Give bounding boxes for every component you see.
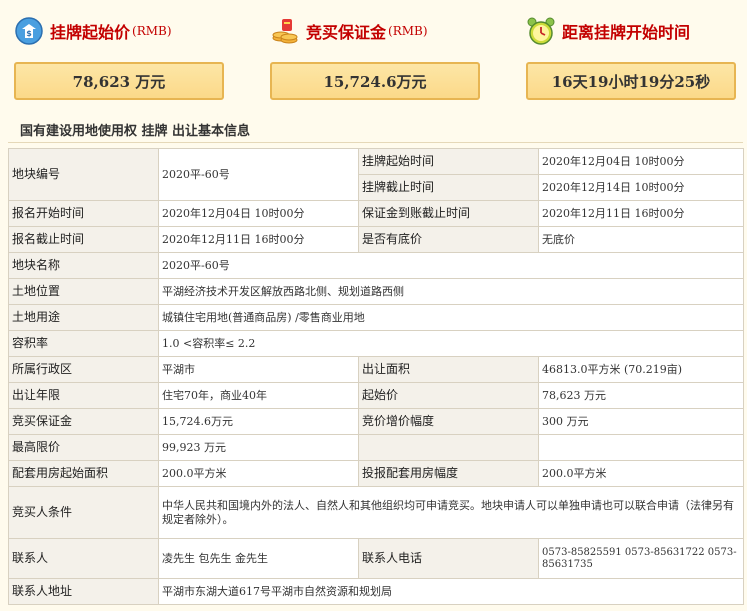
deposit-label: 竞买保证金 bbox=[306, 23, 387, 42]
section-divider bbox=[8, 142, 743, 143]
reserve-value: 无底价 bbox=[538, 226, 744, 253]
district-key: 所属行政区 bbox=[8, 356, 159, 383]
reg-start-value: 2020年12月04日 10时00分 bbox=[158, 200, 359, 227]
deposit-unit: (RMB) bbox=[388, 24, 428, 38]
table-row: 土地位置 平湖经济技术开发区解放西路北侧、规划道路西侧 bbox=[8, 278, 744, 305]
svg-text:$: $ bbox=[26, 29, 32, 38]
far-value: 1.0 <容积率≤ 2.2 bbox=[158, 330, 744, 357]
section-title: 国有建设用地使用权 挂牌 出让基本信息 bbox=[20, 124, 251, 139]
start-price-value: 78,623 万元 bbox=[14, 62, 224, 100]
start-price-key: 起始价 bbox=[358, 382, 539, 409]
location-key: 土地位置 bbox=[8, 278, 159, 305]
area-key: 出让面积 bbox=[358, 356, 539, 383]
land-info-table: 地块编号 2020平-60号 挂牌起始时间 2020年12月04日 10时00分… bbox=[8, 148, 744, 605]
listing-end-value: 2020年12月14日 10时00分 bbox=[538, 174, 744, 201]
table-row: 报名截止时间 2020年12月11日 16时00分 是否有底价 无底价 bbox=[8, 226, 744, 253]
start-price-cell: 78,623 万元 bbox=[538, 382, 744, 409]
table-row: 土地用途 城镇住宅用地(普通商品房) /零售商业用地 bbox=[8, 304, 744, 331]
table-row: 配套用房起始面积 200.0平方米 投报配套用房幅度 200.0平方米 bbox=[8, 460, 744, 487]
listing-start-value: 2020年12月04日 10时00分 bbox=[538, 148, 744, 175]
table-row: 出让年限 住宅70年，商业40年 起始价 78,623 万元 bbox=[8, 382, 744, 409]
table-row: 地块编号 2020平-60号 挂牌起始时间 2020年12月04日 10时00分 bbox=[8, 148, 744, 201]
empty-value bbox=[538, 434, 744, 461]
contact-key: 联系人 bbox=[8, 538, 159, 579]
table-row: 竞买保证金 15,724.6万元 竞价增价幅度 300 万元 bbox=[8, 408, 744, 435]
parcel-no-value: 2020平-60号 bbox=[158, 148, 359, 201]
district-value: 平湖市 bbox=[158, 356, 359, 383]
term-value: 住宅70年，商业40年 bbox=[158, 382, 359, 409]
price-summary-panel: $ 挂牌起始价 (RMB) 78,623 万元 竞买保证金 (RMB) 15,724… bbox=[0, 0, 747, 110]
reg-start-key: 报名开始时间 bbox=[8, 200, 159, 227]
parcel-no-key: 地块编号 bbox=[8, 148, 159, 201]
use-value: 城镇住宅用地(普通商品房) /零售商业用地 bbox=[158, 304, 744, 331]
name-value: 2020平-60号 bbox=[158, 252, 744, 279]
reserve-key: 是否有底价 bbox=[358, 226, 539, 253]
start-price-stat: $ 挂牌起始价 (RMB) 78,623 万元 bbox=[14, 14, 224, 100]
max-price-key: 最高限价 bbox=[8, 434, 159, 461]
area-value: 46813.0平方米 (70.219亩) bbox=[538, 356, 744, 383]
increment-value: 300 万元 bbox=[538, 408, 744, 435]
start-price-label: 挂牌起始价 bbox=[50, 23, 131, 42]
empty-key bbox=[358, 434, 539, 461]
reg-end-value: 2020年12月11日 16时00分 bbox=[158, 226, 359, 253]
table-row: 容积率 1.0 <容积率≤ 2.2 bbox=[8, 330, 744, 357]
conditions-key: 竞买人条件 bbox=[8, 486, 159, 539]
coin-icon bbox=[272, 19, 298, 44]
conditions-value: 中华人民共和国境内外的法人、自然人和其他组织均可申请竞买。地块申请人可以单独申请… bbox=[158, 486, 744, 539]
housing-inc-key: 投报配套用房幅度 bbox=[358, 460, 539, 487]
money-icon: $ bbox=[15, 17, 43, 45]
countdown-label: 距离挂牌开始时间 bbox=[562, 23, 691, 42]
listing-start-key: 挂牌起始时间 bbox=[358, 148, 539, 175]
phone-value: 0573-85825591 0573-85631722 0573-8563173… bbox=[538, 538, 744, 579]
table-row: 联系人地址 平湖市东湖大道617号平湖市自然资源和规划局 bbox=[8, 578, 744, 605]
countdown-stat: 距离挂牌开始时间 16天19小时19分25秒 bbox=[526, 14, 736, 100]
listing-end-key: 挂牌截止时间 bbox=[358, 174, 539, 201]
reg-end-key: 报名截止时间 bbox=[8, 226, 159, 253]
far-key: 容积率 bbox=[8, 330, 159, 357]
bid-deposit-key: 竞买保证金 bbox=[8, 408, 159, 435]
countdown-value: 16天19小时19分25秒 bbox=[526, 62, 736, 100]
table-row: 联系人 凌先生 包先生 金先生 联系人电话 0573-85825591 0573… bbox=[8, 538, 744, 579]
table-row: 竞买人条件 中华人民共和国境内外的法人、自然人和其他组织均可申请竞买。地块申请人… bbox=[8, 486, 744, 539]
deposit-value: 15,724.6万元 bbox=[270, 62, 480, 100]
bid-deposit-value: 15,724.6万元 bbox=[158, 408, 359, 435]
housing-area-value: 200.0平方米 bbox=[158, 460, 359, 487]
name-key: 地块名称 bbox=[8, 252, 159, 279]
phone-key: 联系人电话 bbox=[358, 538, 539, 579]
table-row: 报名开始时间 2020年12月04日 10时00分 保证金到账截止时间 2020… bbox=[8, 200, 744, 227]
address-value: 平湖市东湖大道617号平湖市自然资源和规划局 bbox=[158, 578, 744, 605]
location-value: 平湖经济技术开发区解放西路北侧、规划道路西侧 bbox=[158, 278, 744, 305]
start-price-unit: (RMB) bbox=[132, 24, 172, 38]
table-row: 最高限价 99,923 万元 bbox=[8, 434, 744, 461]
increment-key: 竞价增价幅度 bbox=[358, 408, 539, 435]
table-row: 所属行政区 平湖市 出让面积 46813.0平方米 (70.219亩) bbox=[8, 356, 744, 383]
max-price-value: 99,923 万元 bbox=[158, 434, 359, 461]
housing-inc-value: 200.0平方米 bbox=[538, 460, 744, 487]
contact-value: 凌先生 包先生 金先生 bbox=[158, 538, 359, 579]
deposit-deadline-key: 保证金到账截止时间 bbox=[358, 200, 539, 227]
deposit-stat: 竞买保证金 (RMB) 15,724.6万元 bbox=[270, 14, 480, 100]
term-key: 出让年限 bbox=[8, 382, 159, 409]
clock-icon bbox=[527, 17, 555, 45]
table-row: 地块名称 2020平-60号 bbox=[8, 252, 744, 279]
use-key: 土地用途 bbox=[8, 304, 159, 331]
deposit-deadline-value: 2020年12月11日 16时00分 bbox=[538, 200, 744, 227]
address-key: 联系人地址 bbox=[8, 578, 159, 605]
housing-area-key: 配套用房起始面积 bbox=[8, 460, 159, 487]
